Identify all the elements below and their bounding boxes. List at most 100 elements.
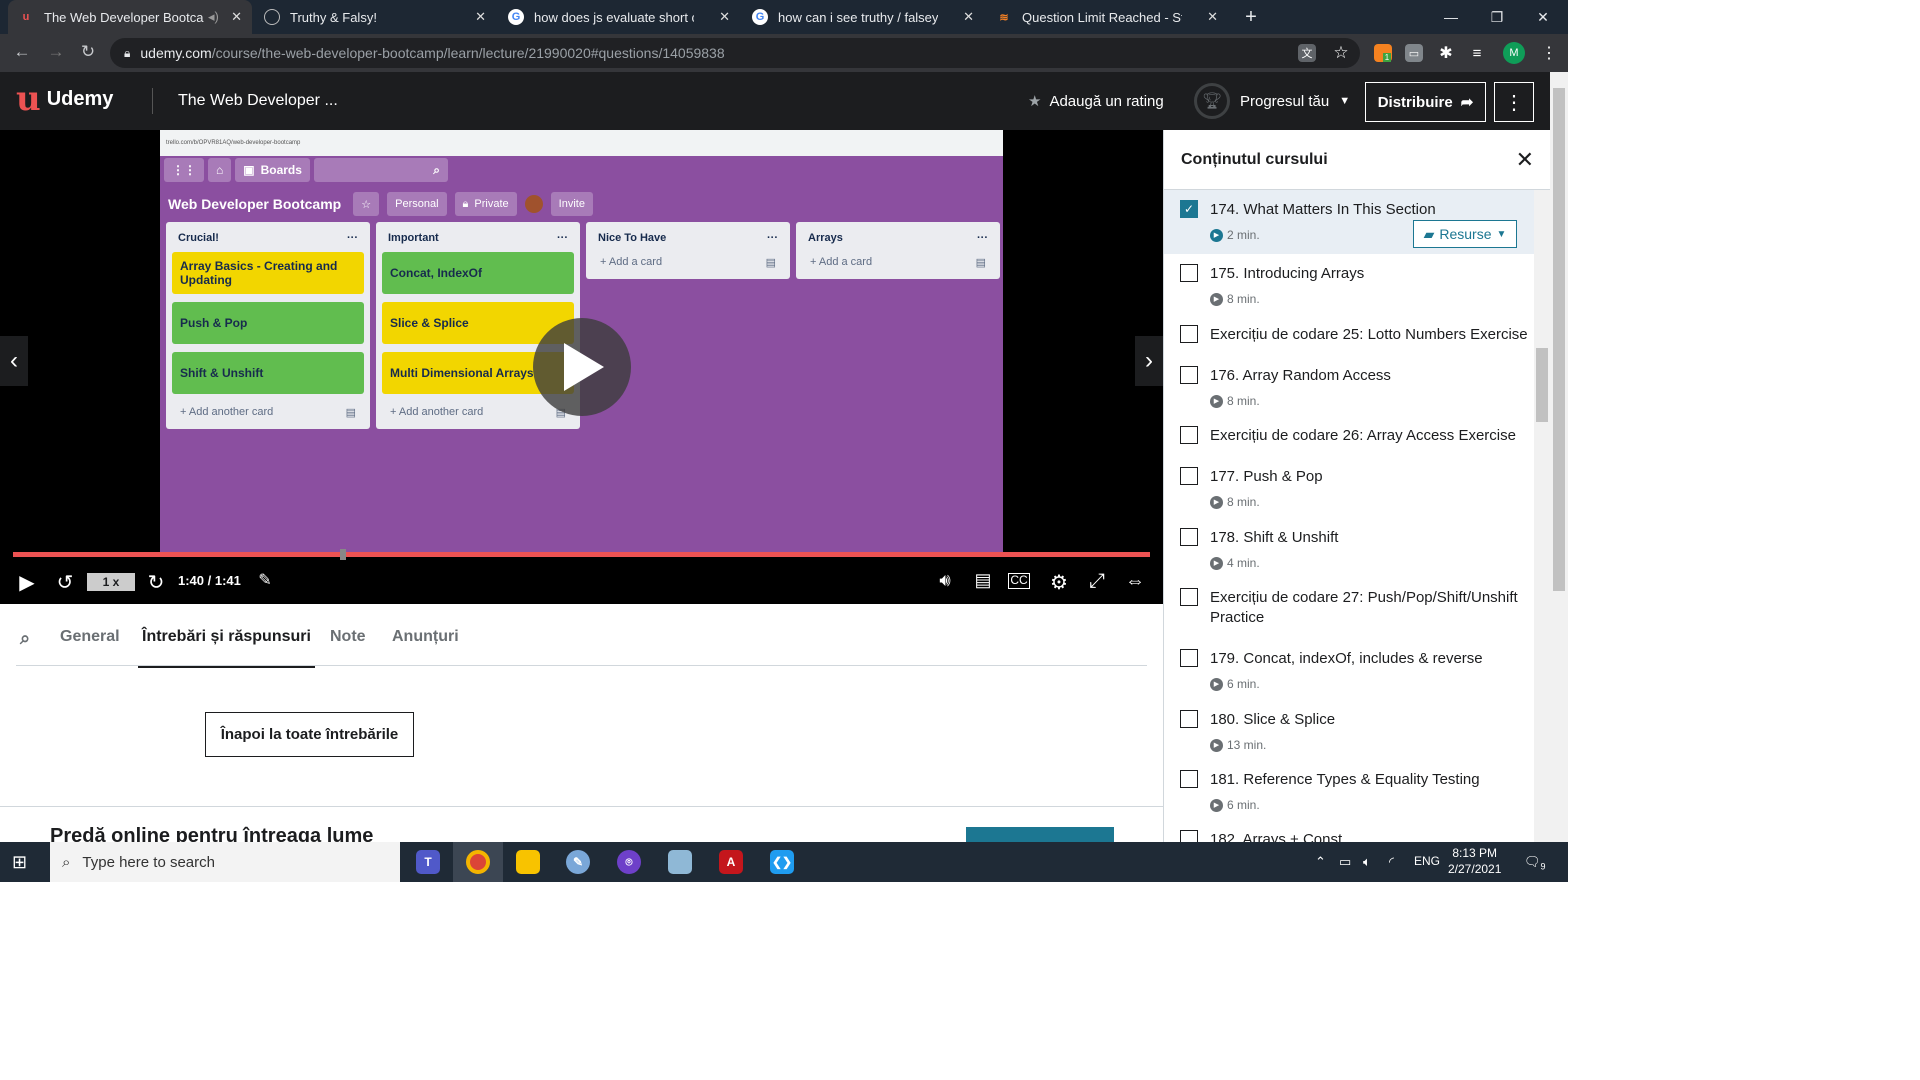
language-indicator[interactable]: ENG xyxy=(1414,854,1440,868)
taskbar-search[interactable]: ⌕ Type here to search xyxy=(50,842,400,882)
progress-handle[interactable] xyxy=(339,549,346,560)
curriculum-item[interactable]: 178. Shift & Unshift ▶ 4 min. xyxy=(1164,518,1550,578)
course-title[interactable]: The Web Developer ... xyxy=(178,92,338,110)
minimize-icon[interactable]: — xyxy=(1428,0,1474,34)
url-bar[interactable]: 🔒︎ udemy.com/course/the-web-developer-bo… xyxy=(110,38,1360,68)
tab-notes[interactable]: Note xyxy=(330,628,366,646)
close-tab-icon[interactable]: ✕ xyxy=(963,9,974,25)
previous-lecture-icon[interactable]: ‹ xyxy=(0,336,28,386)
checkbox[interactable] xyxy=(1180,264,1198,282)
checkbox[interactable] xyxy=(1180,770,1198,788)
tab-announcements[interactable]: Anunțuri xyxy=(392,628,459,646)
profile-avatar[interactable]: M xyxy=(1503,42,1525,64)
checkbox[interactable] xyxy=(1180,830,1198,842)
checkbox[interactable]: ✓ xyxy=(1180,200,1198,218)
expand-icon[interactable]: ⇔ xyxy=(1122,570,1148,593)
browser-tab[interactable]: u The Web Developer Bootcam ◂) ✕ xyxy=(8,0,252,34)
notes-app-icon[interactable] xyxy=(655,842,705,882)
windows-start-icon[interactable]: ⊞ xyxy=(12,852,27,873)
media-queue-icon[interactable]: ≡ xyxy=(1468,44,1486,62)
more-options-icon[interactable]: ⋮ xyxy=(1494,82,1534,122)
curriculum-item[interactable]: 180. Slice & Splice ▶ 13 min. xyxy=(1164,700,1550,760)
close-window-icon[interactable]: ✕ xyxy=(1520,0,1566,34)
curriculum-item[interactable]: Exercițiu de codare 26: Array Access Exe… xyxy=(1164,416,1550,457)
checkbox[interactable] xyxy=(1180,325,1198,343)
file-explorer-icon[interactable] xyxy=(503,842,553,882)
play-overlay-icon[interactable] xyxy=(533,318,631,416)
paint-icon[interactable]: ✎ xyxy=(553,842,603,882)
tab-questions[interactable]: Întrebări și răspunsuri xyxy=(138,628,315,668)
acrobat-icon[interactable]: A xyxy=(706,842,756,882)
video-player[interactable]: trello.com/b/OPVR81AQ/web-developer-boot… xyxy=(0,130,1163,604)
curriculum-item[interactable]: 181. Reference Types & Equality Testing … xyxy=(1164,760,1550,820)
extension-icon[interactable]: 1 xyxy=(1374,44,1392,62)
checkbox[interactable] xyxy=(1180,649,1198,667)
volume-icon[interactable]: 🔊︎ xyxy=(932,570,958,591)
checkbox[interactable] xyxy=(1180,710,1198,728)
back-arrow-icon[interactable]: ← xyxy=(10,42,34,62)
curriculum-item[interactable]: 176. Array Random Access ▶ 8 min. xyxy=(1164,356,1550,416)
settings-gear-icon[interactable]: ⚙ xyxy=(1046,570,1072,595)
close-sidebar-icon[interactable]: ✕ xyxy=(1516,147,1534,173)
page-scroll-thumb[interactable] xyxy=(1553,88,1565,591)
captions-icon[interactable]: CC xyxy=(1008,573,1030,589)
new-tab-icon[interactable]: + xyxy=(1228,0,1274,34)
play-icon[interactable]: ▶ xyxy=(14,570,40,595)
taskbar-clock[interactable]: 8:13 PM 2/27/2021 xyxy=(1448,845,1501,877)
vscode-icon[interactable]: ❮❯ xyxy=(757,842,807,882)
search-icon[interactable]: ⌕ xyxy=(20,628,30,649)
speaker-icon[interactable]: 🔈︎ xyxy=(1363,854,1371,870)
rating-button[interactable]: ★ Adaugă un rating xyxy=(1028,92,1164,111)
share-button[interactable]: Distribuire ➦ xyxy=(1365,82,1486,122)
checkbox[interactable] xyxy=(1180,528,1198,546)
teach-button[interactable] xyxy=(966,827,1114,842)
checkbox[interactable] xyxy=(1180,588,1198,606)
transcript-icon[interactable]: ▤ xyxy=(970,570,996,591)
translate-icon[interactable]: 文 xyxy=(1298,44,1316,62)
curriculum-item[interactable]: ✓ 174. What Matters In This Section ▶ 2 m… xyxy=(1164,190,1550,254)
resources-button[interactable]: ▰ Resurse ▼ xyxy=(1413,220,1517,248)
browser-tab[interactable]: ≋ Question Limit Reached - Stack O ✕ xyxy=(986,0,1228,34)
battery-icon[interactable]: ▭ xyxy=(1339,854,1351,870)
reload-icon[interactable]: ↻ xyxy=(76,42,100,62)
add-note-icon[interactable]: ✎ xyxy=(252,570,278,590)
curriculum-item[interactable]: 175. Introducing Arrays ▶ 8 min. xyxy=(1164,254,1550,315)
udemy-logo[interactable]: u Udemy xyxy=(16,82,113,116)
tray-chevron-icon[interactable]: ⌃ xyxy=(1315,854,1326,870)
checkbox[interactable] xyxy=(1180,426,1198,444)
playback-rate-button[interactable]: 1 x xyxy=(87,573,135,591)
progress-bar[interactable] xyxy=(13,552,1150,557)
notifications-icon[interactable]: 🗨︎9 xyxy=(1524,854,1546,872)
back-to-questions-button[interactable]: Înapoi la toate întrebările xyxy=(205,712,414,757)
wifi-icon[interactable]: ◜ xyxy=(1389,854,1394,870)
forward-icon[interactable]: ↻ xyxy=(143,570,169,595)
extension-icon[interactable]: ▭ xyxy=(1405,44,1423,62)
speaker-icon[interactable]: ◂) xyxy=(208,9,219,25)
puzzle-icon[interactable]: ✱ xyxy=(1437,44,1455,62)
bookmark-star-icon[interactable]: ☆ xyxy=(1332,43,1350,62)
curriculum-item[interactable]: 179. Concat, indexOf, includes & reverse… xyxy=(1164,639,1550,700)
close-tab-icon[interactable]: ✕ xyxy=(231,9,242,25)
curriculum-item[interactable]: 182. Arrays + Const xyxy=(1164,820,1550,842)
sidebar-scrollbar[interactable] xyxy=(1534,190,1550,842)
browser-tab[interactable]: G how can i see truthy / falsey valu ✕ xyxy=(742,0,984,34)
browser-tab[interactable]: Truthy & Falsy! ✕ xyxy=(254,0,496,34)
curriculum-item[interactable]: 177. Push & Pop ▶ 8 min. xyxy=(1164,457,1550,518)
maximize-icon[interactable]: ❐ xyxy=(1474,0,1520,34)
fullscreen-icon[interactable]: ⤢ xyxy=(1084,570,1110,593)
curriculum-item[interactable]: Exercițiu de codare 25: Lotto Numbers Ex… xyxy=(1164,315,1550,356)
next-lecture-icon[interactable]: › xyxy=(1135,336,1163,386)
sidebar-scroll-thumb[interactable] xyxy=(1536,348,1548,422)
forward-arrow-icon[interactable]: → xyxy=(44,42,68,62)
github-icon[interactable]: ⌾ xyxy=(604,842,654,882)
chrome-icon[interactable] xyxy=(453,842,503,882)
close-tab-icon[interactable]: ✕ xyxy=(719,9,730,25)
browser-menu-icon[interactable]: ⋮ xyxy=(1540,44,1558,62)
close-tab-icon[interactable]: ✕ xyxy=(475,9,486,25)
curriculum-item[interactable]: Exercițiu de codare 27: Push/Pop/Shift/U… xyxy=(1164,578,1550,639)
close-tab-icon[interactable]: ✕ xyxy=(1207,9,1218,25)
checkbox[interactable] xyxy=(1180,467,1198,485)
progress-dropdown[interactable]: 🏆︎ Progresul tău ▼ xyxy=(1194,83,1350,119)
checkbox[interactable] xyxy=(1180,366,1198,384)
tab-general[interactable]: General xyxy=(60,628,120,646)
